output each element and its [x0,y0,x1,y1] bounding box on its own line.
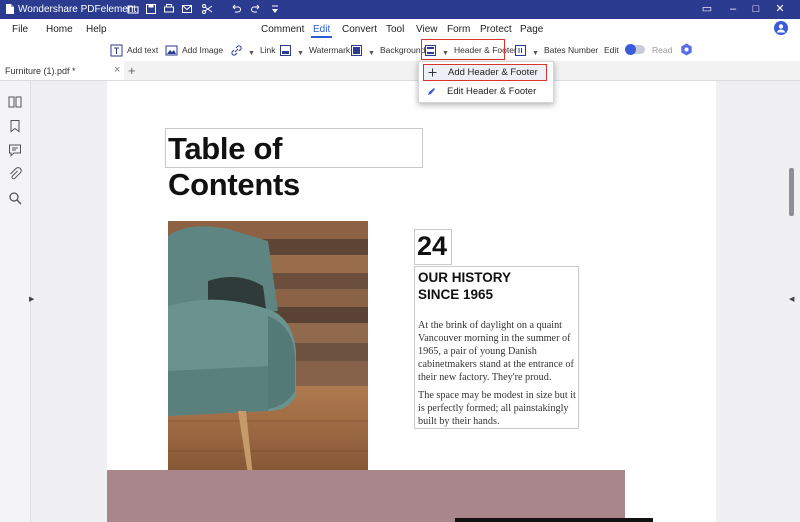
right-panel-expand-icon[interactable]: ◀ [789,295,794,303]
tab-title: Furniture (1).pdf * [5,66,76,76]
story-paragraph-2: The space may be modest in size but it i… [418,390,576,427]
save-icon[interactable] [145,3,157,15]
scrollbar-thumb[interactable] [789,168,794,216]
link-button[interactable]: ▼ Link [230,42,276,58]
minimize-button[interactable]: – [725,2,741,16]
open-folder-icon[interactable] [127,3,139,15]
menu-help[interactable]: Help [86,24,107,35]
story-text-box[interactable]: OUR HISTORY SINCE 1965 At the brink of d… [414,266,579,429]
story-title-line2: SINCE 1965 [418,286,494,302]
redo-icon[interactable] [250,3,262,15]
vertical-scrollbar[interactable]: ◀ [786,81,800,522]
bates-number-button[interactable]: ▼ Bates Number [514,42,598,58]
ai-settings-icon[interactable] [680,43,693,56]
page-number: 24 [417,231,448,261]
edit-header-footer-item[interactable]: Edit Header & Footer [423,84,547,100]
edit-mode-label: Edit [604,45,619,55]
add-image-label: Add Image [182,45,224,55]
active-menu-indicator [311,36,332,38]
background-icon [350,44,363,57]
story-title-line1: OUR HISTORY [418,270,512,285]
header-footer-highlight [421,39,505,60]
menu-comment[interactable]: Comment [261,24,304,35]
account-icon[interactable] [774,21,788,35]
feedback-icon[interactable]: ▭ [699,2,715,16]
bookmark-icon[interactable] [8,119,22,133]
read-mode-label: Read [652,45,673,55]
edit-read-toggle[interactable] [625,44,645,55]
thumbnail-icon[interactable] [8,95,22,109]
menu-edit[interactable]: Edit [313,24,330,35]
cut-icon[interactable] [201,3,213,15]
pencil-icon [427,87,436,96]
watermark-icon [279,44,292,57]
add-header-footer-label: Add Header & Footer [448,67,538,78]
panel-expand-icon[interactable]: ▶ [29,295,34,303]
background-caret-icon: ▼ [368,49,375,57]
left-sidebar: ▶ [0,81,34,522]
background-button[interactable]: ▼ Background [350,42,425,58]
search-icon[interactable] [8,191,22,205]
edit-toolbar: Add text Add Image ▼ Link ▼ Watermark ▼ … [0,39,800,62]
watermark-button[interactable]: ▼ Watermark [279,42,350,58]
app-title: Wondershare PDFelement [18,4,137,15]
link-icon [230,44,243,57]
title-bar: Wondershare PDFelement ▭ – □ ✕ [0,0,800,19]
menu-protect[interactable]: Protect [480,24,512,35]
menu-page[interactable]: Page [520,24,543,35]
bates-number-caret-icon: ▼ [532,49,539,57]
document-tab-bar: Furniture (1).pdf * × + [0,61,800,81]
bates-number-icon [514,44,527,57]
menu-form[interactable]: Form [447,24,470,35]
add-text-button[interactable]: Add text [110,42,158,58]
close-button[interactable]: ✕ [772,2,788,16]
menu-file[interactable]: File [12,24,28,35]
chair-photo[interactable] [168,221,368,496]
add-image-icon [165,44,178,57]
watermark-label: Watermark [308,45,351,55]
background-label: Background [379,45,426,55]
decorative-band [107,470,625,522]
document-tab[interactable]: Furniture (1).pdf * × [0,61,124,80]
print-icon[interactable] [163,3,175,15]
email-icon[interactable] [181,3,193,15]
attachment-icon[interactable] [8,167,22,181]
app-logo-icon [4,3,16,15]
undo-icon[interactable] [230,3,242,15]
add-image-button[interactable]: Add Image [165,42,223,58]
page-heading: Table of Contents [168,131,300,202]
menu-convert[interactable]: Convert [342,24,377,35]
bates-number-label: Bates Number [543,45,599,55]
header-footer-dropdown: Add Header & Footer Edit Header & Footer [418,61,554,103]
link-label: Link [259,45,276,55]
story-title: OUR HISTORY SINCE 1965 [418,270,578,303]
link-caret-icon: ▼ [248,49,255,57]
toggle-knob [625,44,636,55]
heading-text-box[interactable]: Table of Contents [165,128,423,202]
menu-bar: File Home Help Comment Edit Convert Tool… [0,19,800,39]
add-text-label: Add text [127,45,159,55]
menu-tool[interactable]: Tool [386,24,404,35]
decorative-black-bar [455,518,653,522]
new-tab-icon[interactable]: + [128,63,136,78]
maximize-button[interactable]: □ [748,2,764,16]
page-number-box[interactable]: 24 [414,229,452,265]
add-header-footer-item[interactable]: Add Header & Footer [423,64,547,81]
story-paragraph-1: At the brink of daylight on a quaint Van… [418,320,574,383]
plus-icon [428,68,437,77]
comment-icon[interactable] [8,143,22,157]
add-text-icon [110,44,123,57]
pdf-page: Table of Contents 24 OUR HISTORY SINCE 1… [107,81,716,522]
menu-view[interactable]: View [416,24,438,35]
tab-close-icon[interactable]: × [114,64,120,76]
watermark-caret-icon: ▼ [297,49,304,57]
edit-header-footer-label: Edit Header & Footer [447,86,537,97]
menu-home[interactable]: Home [46,24,73,35]
customize-arrow-icon[interactable] [269,3,281,15]
